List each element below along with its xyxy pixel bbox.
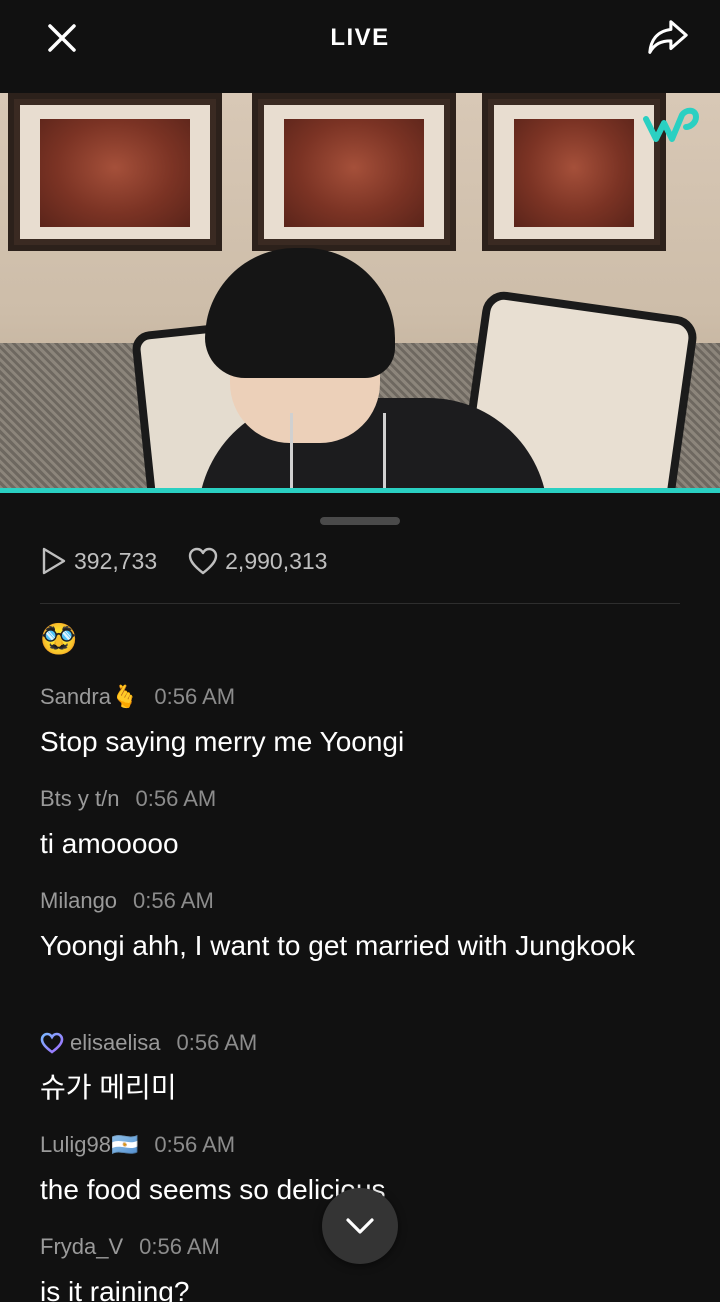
live-video-player[interactable]	[0, 93, 720, 493]
chat-timestamp: 0:56 AM	[176, 1030, 258, 1055]
like-count-value: 2,990,313	[225, 547, 328, 574]
chat-timestamp: 0:56 AM	[133, 888, 214, 913]
heart-icon	[188, 547, 218, 575]
scroll-to-latest-button[interactable]	[322, 1188, 398, 1264]
chat-username[interactable]: Milango	[40, 888, 117, 914]
chat-username[interactable]: Fryda_V	[40, 1234, 123, 1260]
weverse-logo-icon	[643, 107, 699, 142]
play-count-value: 392,733	[74, 547, 158, 574]
chat-emoji-message: 🥸	[40, 623, 78, 656]
page-title: LIVE	[330, 24, 390, 51]
chat-text: Stop saying merry me Yoongi	[40, 726, 405, 757]
chat-timestamp: 0:56 AM	[139, 1234, 220, 1259]
argentina-flag-icon: 🇦🇷	[110, 1132, 139, 1157]
share-icon	[648, 20, 688, 54]
chat-timestamp: 0:56 AM	[154, 1132, 236, 1157]
play-count: 392,733	[40, 546, 157, 576]
play-icon	[42, 547, 66, 575]
chat-username[interactable]: Sandra	[40, 684, 111, 710]
chat-timestamp: 0:56 AM	[135, 786, 217, 811]
wall-painting-left	[8, 93, 222, 251]
chat-message: elisaelisa 0:56 AM 슈가 메리미	[40, 1028, 680, 1108]
chat-text: is it raining?	[40, 1276, 190, 1302]
chat-text: 슈가 메리미	[40, 1072, 177, 1103]
close-button[interactable]	[40, 16, 84, 60]
chat-message: Sandra 🫰 0:56 AM Stop saying merry me Yo…	[40, 682, 680, 762]
share-button[interactable]	[646, 16, 690, 60]
live-progress-bar	[0, 488, 720, 493]
like-count: 2,990,313	[187, 546, 327, 576]
heart-badge-icon	[40, 1032, 64, 1054]
necklace	[290, 413, 386, 493]
chevron-down-icon	[346, 1218, 374, 1234]
chat-username[interactable]: Lulig98	[40, 1132, 111, 1158]
top-bar: LIVE	[0, 0, 720, 76]
stats-row: 392,733 2,990,313	[40, 542, 357, 580]
username-emoji: 🫰	[110, 684, 139, 709]
close-icon	[48, 24, 76, 52]
wall-painting-right	[482, 93, 666, 251]
chat-text: ti amooooo	[40, 828, 179, 859]
chat-message: Milango 0:56 AM Yoongi ahh, I want to ge…	[40, 886, 680, 966]
chat-username[interactable]: elisaelisa	[70, 1030, 161, 1056]
chat-message: Bts y t/n 0:56 AM ti amooooo	[40, 784, 680, 864]
drag-handle[interactable]	[320, 517, 400, 525]
chat-username[interactable]: Bts y t/n	[40, 786, 119, 812]
chat-text: Yoongi ahh, I want to get married with J…	[40, 930, 636, 961]
wall-painting-center	[252, 93, 456, 251]
chat-timestamp: 0:56 AM	[154, 684, 236, 709]
live-screen: LIVE 392,733 2,990,313 🥸 Sandra 🫰 0:56 A…	[0, 0, 720, 1302]
